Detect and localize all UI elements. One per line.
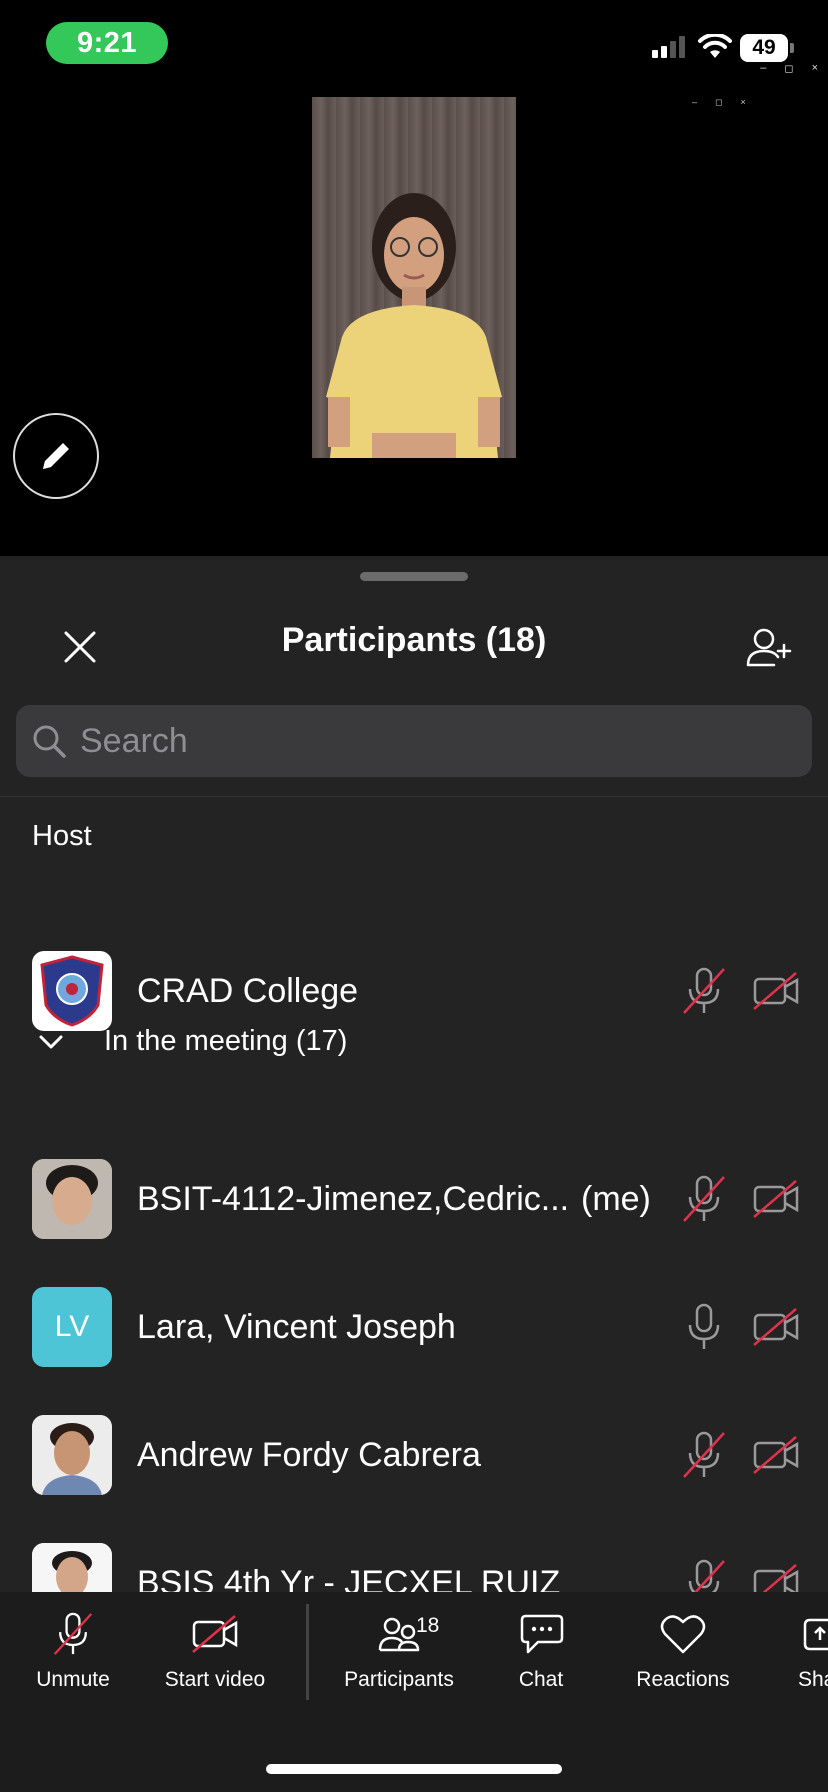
participants-label: Participants: [344, 1668, 454, 1691]
start-video-label: Start video: [164, 1668, 266, 1691]
participant-name: Lara, Vincent Joseph: [137, 1308, 456, 1346]
page-title: Participants (18): [281, 621, 547, 659]
avatar-photo: [32, 1415, 112, 1495]
sheet-header: Participants (18): [0, 611, 828, 683]
video-off-icon: [753, 1308, 799, 1346]
participants-count-badge: 18: [416, 1614, 440, 1637]
me-label: (me): [581, 1180, 651, 1218]
search-icon: [33, 725, 66, 758]
mic-muted-icon: [683, 967, 725, 1014]
restore-icon: ◻: [715, 97, 723, 107]
start-video-button[interactable]: Start video: [150, 1608, 280, 1708]
video-off-icon: [753, 1436, 799, 1474]
participant-name: Andrew Fordy Cabrera: [137, 1436, 481, 1474]
chevron-down-icon: [39, 1035, 63, 1049]
add-participant-icon[interactable]: [744, 623, 792, 671]
share-label: Sha: [798, 1668, 828, 1691]
avatar-photo: [32, 1159, 112, 1239]
video-off-icon: [753, 972, 799, 1010]
video-window-controls: – ◻ ×: [692, 97, 746, 108]
reactions-label: Reactions: [636, 1668, 730, 1691]
minimize-icon: –: [692, 97, 698, 107]
in-meeting-label: In the meeting (17): [104, 1025, 348, 1057]
participant-name: BSIT-4112-Jimenez,Cedric...: [137, 1180, 570, 1218]
meeting-toolbar: Unmute Start video 18 Participants Chat …: [0, 1592, 828, 1792]
in-meeting-section-toggle[interactable]: In the meeting (17): [0, 1011, 828, 1071]
mic-muted-icon: [683, 1175, 725, 1222]
unmute-label: Unmute: [36, 1668, 110, 1691]
share-button[interactable]: Sha: [760, 1608, 828, 1708]
mic-icon: [688, 1303, 720, 1349]
chat-icon: [520, 1614, 564, 1654]
presenter-figure: [326, 193, 502, 458]
participant-row[interactable]: LV Lara, Vincent Joseph: [0, 1277, 828, 1377]
heart-icon: [660, 1615, 706, 1654]
close-icon: ×: [740, 97, 746, 107]
sheet-grabber[interactable]: [360, 572, 468, 581]
mic-muted-icon: [53, 1612, 93, 1655]
participant-row[interactable]: BSIT-4112-Jimenez,Cedric... (me): [0, 1149, 828, 1249]
toolbar-divider: [306, 1604, 309, 1700]
search-bar[interactable]: [16, 705, 812, 777]
participant-row[interactable]: Andrew Fordy Cabrera: [0, 1405, 828, 1505]
mic-muted-icon: [683, 1431, 725, 1478]
chat-button[interactable]: Chat: [476, 1608, 606, 1708]
shared-video-feed: [312, 97, 516, 458]
avatar-initials: LV: [32, 1287, 112, 1367]
reactions-button[interactable]: Reactions: [618, 1608, 748, 1708]
search-input[interactable]: [80, 721, 760, 761]
share-screen-icon: [803, 1618, 828, 1651]
avatar: [32, 1415, 112, 1495]
participants-button[interactable]: 18 Participants: [334, 1608, 464, 1708]
chat-label: Chat: [518, 1668, 564, 1691]
participants-icon: [378, 1617, 420, 1652]
video-off-icon: [192, 1615, 238, 1653]
divider: [0, 796, 828, 797]
annotate-button[interactable]: [13, 413, 99, 499]
avatar: [32, 1159, 112, 1239]
video-area: – ◻ ×: [0, 0, 828, 556]
video-off-icon: [753, 1180, 799, 1218]
unmute-button[interactable]: Unmute: [8, 1608, 138, 1708]
home-indicator: [266, 1764, 562, 1774]
pencil-icon: [43, 443, 69, 469]
host-section-label: Host: [32, 820, 92, 852]
